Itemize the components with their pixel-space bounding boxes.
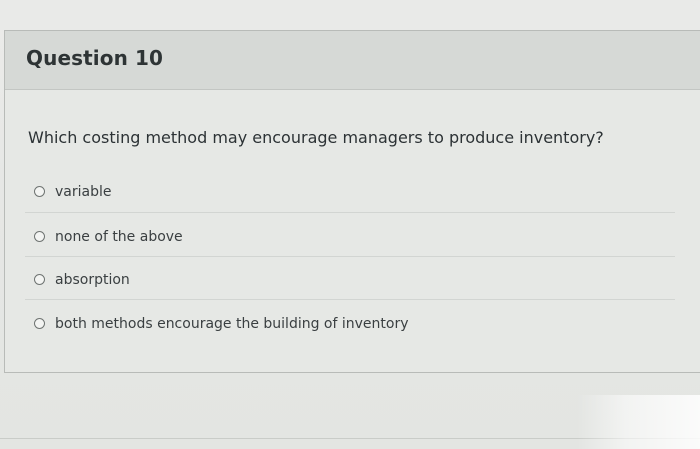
question-panel: Question 10 Which costing method may enc… [4, 30, 700, 373]
option-divider [25, 212, 675, 213]
answer-option[interactable]: both methods encourage the building of i… [28, 314, 678, 338]
option-divider [25, 299, 675, 300]
answer-option[interactable]: none of the above [28, 227, 678, 251]
radio-button-icon[interactable] [34, 318, 45, 329]
question-number: Question 10 [26, 46, 163, 70]
question-text: Which costing method may encourage manag… [28, 128, 604, 147]
radio-button-icon[interactable] [34, 231, 45, 242]
answer-option[interactable]: variable [28, 182, 678, 206]
answer-option-label: none of the above [55, 229, 183, 245]
quiz-screen: Question 10 Which costing method may enc… [0, 0, 700, 449]
top-band [0, 0, 700, 30]
answer-option-label: absorption [55, 272, 130, 288]
answer-option-label: variable [55, 184, 112, 200]
screen-glare [577, 395, 700, 449]
radio-button-icon[interactable] [34, 186, 45, 197]
answer-option-label: both methods encourage the building of i… [55, 316, 409, 332]
answer-option[interactable]: absorption [28, 270, 678, 294]
option-divider [25, 256, 675, 257]
radio-button-icon[interactable] [34, 274, 45, 285]
question-header: Question 10 [5, 31, 700, 90]
